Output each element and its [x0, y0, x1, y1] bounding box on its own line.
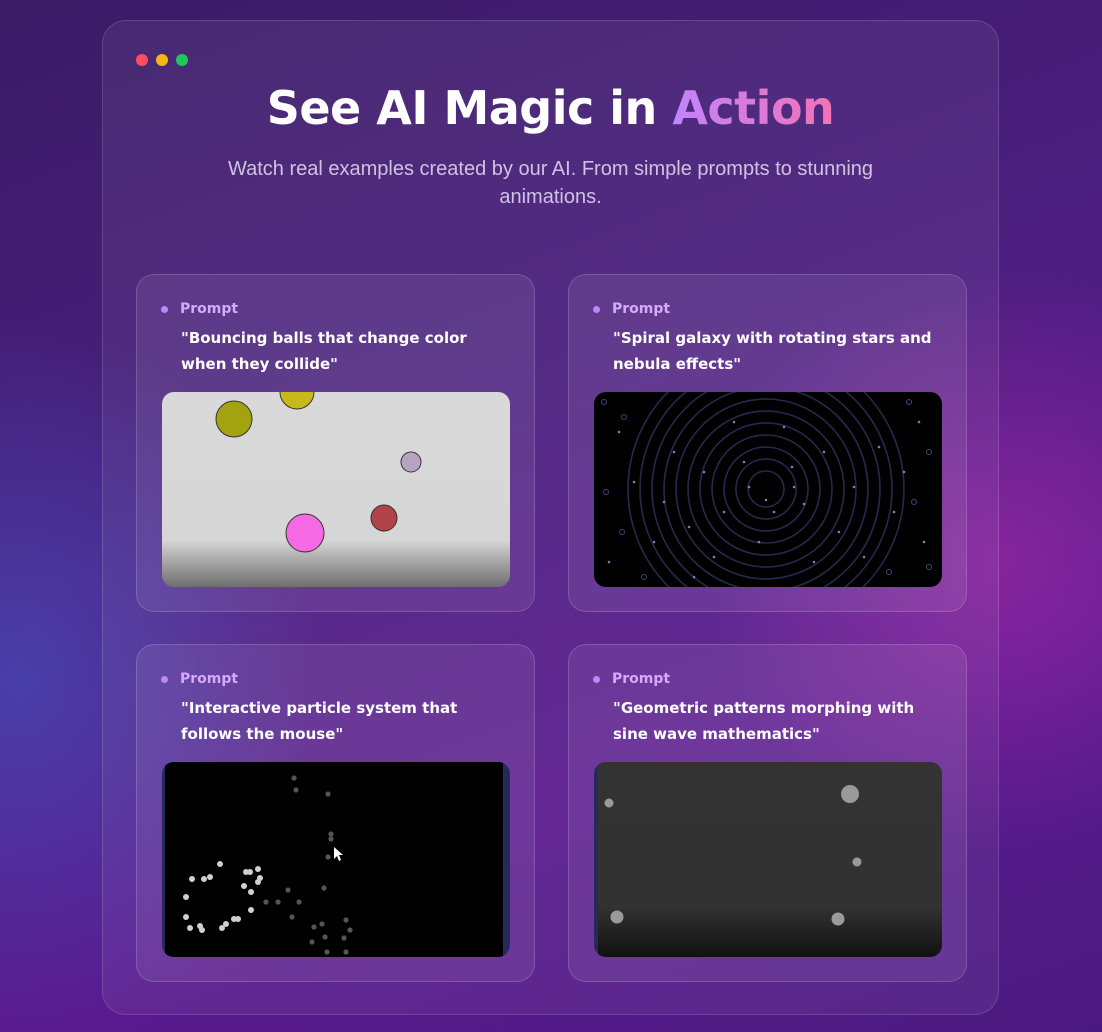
- minimize-dot-icon: [156, 54, 168, 66]
- prompt-label: Prompt: [612, 671, 671, 687]
- particle-system-animation: [162, 762, 510, 957]
- example-card-spiral-galaxy[interactable]: Prompt "Spiral galaxy with rotating star…: [568, 274, 967, 612]
- prompt-text: "Bouncing balls that change color when t…: [181, 329, 467, 373]
- page-subtitle: Watch real examples created by our AI. F…: [227, 158, 874, 208]
- bouncing-balls-canvas[interactable]: [162, 392, 510, 587]
- example-card-bouncing-balls[interactable]: Prompt "Bouncing balls that change color…: [136, 274, 535, 612]
- prompt-text: "Interactive particle system that follow…: [181, 699, 458, 743]
- prompt-text: "Spiral galaxy with rotating stars and n…: [613, 329, 932, 373]
- prompt-header: Prompt: [161, 671, 238, 687]
- prompt-label: Prompt: [180, 671, 239, 687]
- geometric-patterns-animation: [594, 762, 942, 957]
- prompt-text: "Geometric patterns morphing with sine w…: [613, 699, 915, 743]
- bouncing-balls-animation: [162, 392, 510, 587]
- spiral-galaxy-canvas[interactable]: [594, 392, 942, 587]
- bullet-icon: [161, 675, 168, 683]
- bullet-icon: [593, 305, 600, 313]
- prompt-label: Prompt: [180, 301, 239, 317]
- particle-system-canvas[interactable]: [162, 762, 510, 957]
- window-controls: [136, 54, 188, 66]
- spiral-galaxy-animation: [594, 392, 942, 587]
- geometric-patterns-canvas[interactable]: [594, 762, 942, 957]
- prompt-header: Prompt: [593, 301, 670, 317]
- example-card-particle-system[interactable]: Prompt "Interactive particle system that…: [136, 644, 535, 982]
- prompt-label: Prompt: [612, 301, 671, 317]
- bullet-icon: [593, 675, 600, 683]
- maximize-dot-icon: [176, 54, 188, 66]
- title-accent: Action: [672, 81, 835, 135]
- prompt-header: Prompt: [593, 671, 670, 687]
- showcase-panel: See AI Magic in Action Watch real exampl…: [102, 20, 999, 1015]
- bullet-icon: [161, 305, 168, 313]
- title-main: See AI Magic in: [266, 81, 673, 135]
- page-title: See AI Magic in Action: [103, 81, 998, 135]
- close-dot-icon: [136, 54, 148, 66]
- prompt-header: Prompt: [161, 301, 238, 317]
- example-card-geometric-patterns[interactable]: Prompt "Geometric patterns morphing with…: [568, 644, 967, 982]
